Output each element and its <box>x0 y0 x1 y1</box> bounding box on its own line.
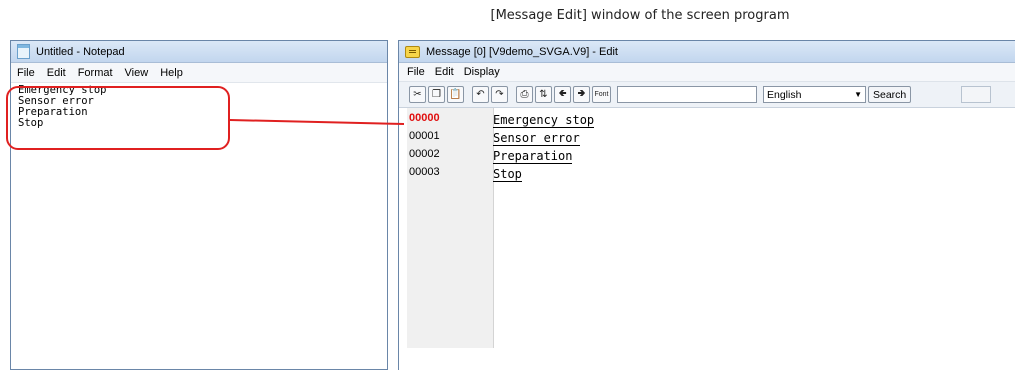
connector-line <box>229 119 405 125</box>
